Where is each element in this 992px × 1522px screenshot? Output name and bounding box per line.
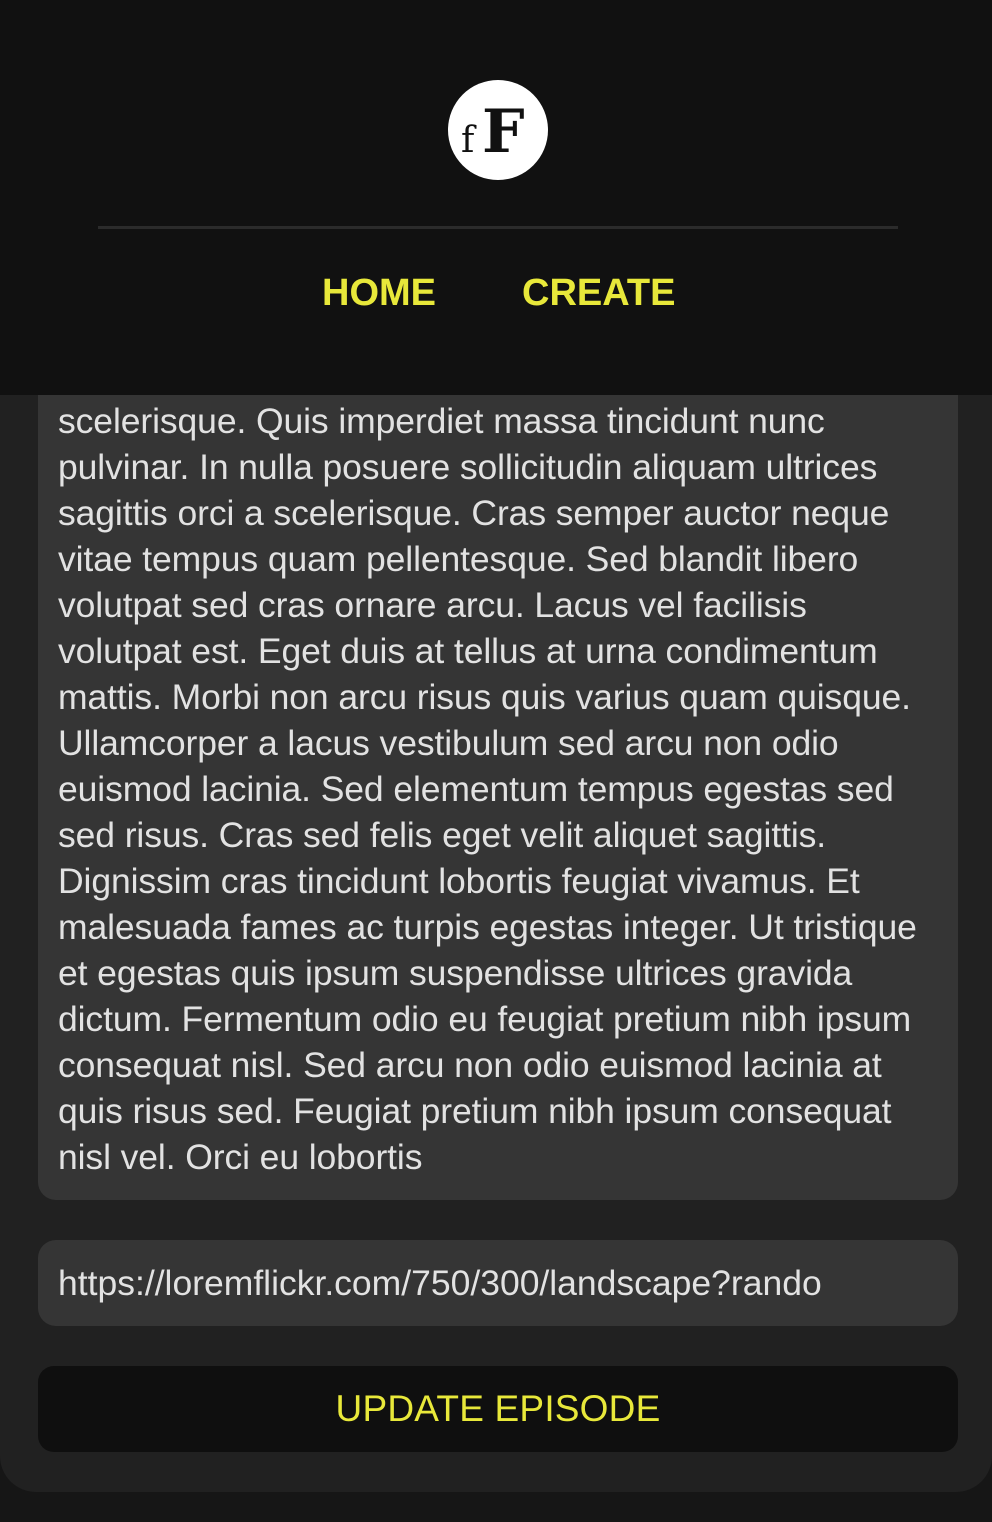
svg-text:f: f [461,120,477,161]
fF-logo-icon: f F [461,97,525,167]
update-episode-button[interactable]: UPDATE EPISODE [38,1366,958,1452]
nav-create-link[interactable]: CREATE [522,270,675,316]
description-text: Lorem ipsum dolor sit amet consectetur a… [58,300,932,1177]
logo-icon[interactable]: f F [448,80,548,180]
page: Lorem ipsum dolor sit amet consectetur a… [0,0,992,1522]
description-textarea[interactable]: Lorem ipsum dolor sit amet consectetur a… [38,300,958,1200]
header-divider [98,226,898,229]
svg-text:F: F [482,97,525,167]
site-header: f F HOME CREATE [0,0,992,395]
image-url-value: https://loremflickr.com/750/300/landscap… [58,1263,822,1303]
nav-home-link[interactable]: HOME [322,270,436,316]
image-url-input[interactable]: https://loremflickr.com/750/300/landscap… [38,1240,958,1326]
update-episode-label: UPDATE EPISODE [335,1388,661,1429]
